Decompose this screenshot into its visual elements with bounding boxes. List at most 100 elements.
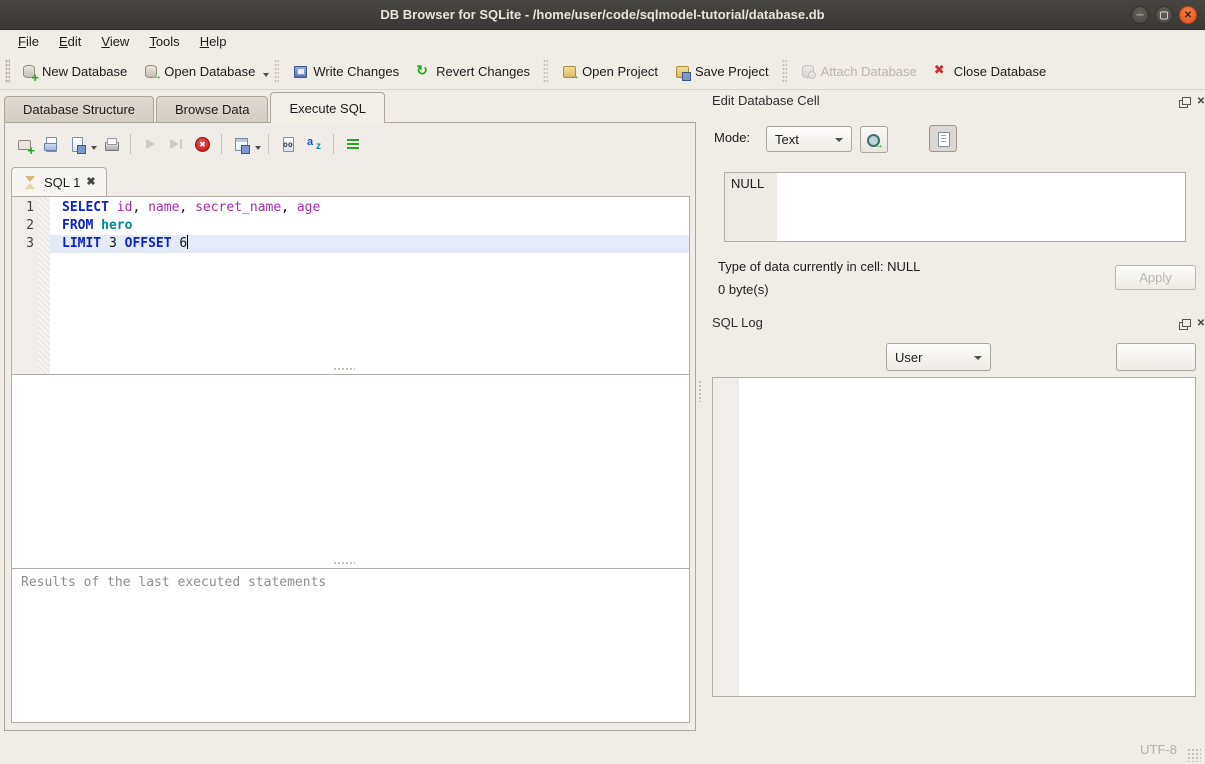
code-segment: name (148, 200, 179, 215)
code-segment: secret_name (195, 200, 281, 215)
new-database-icon (21, 63, 37, 79)
splitter-handle[interactable] (333, 367, 355, 371)
menubar: FileEditViewToolsHelp (0, 30, 1205, 53)
log-line-numbers (713, 378, 739, 696)
close-dock-icon[interactable]: ✕ (1195, 96, 1205, 108)
format-button[interactable] (341, 132, 365, 156)
minimize-button[interactable]: ─ (1131, 6, 1149, 24)
tab-browse-data[interactable]: Browse Data (156, 96, 268, 123)
tab-database-structure[interactable]: Database Structure (4, 96, 154, 123)
toolbar-button-label: Open Database (164, 64, 255, 79)
code-segment: id (117, 200, 133, 215)
open-file-button[interactable] (39, 132, 63, 156)
edit-cell-dock-title: Edit Database Cell (712, 93, 820, 108)
chevron-down-icon[interactable] (91, 146, 97, 150)
close-button[interactable]: ✕ (1179, 6, 1197, 24)
apply-gear-icon (866, 132, 882, 148)
close-dock-icon[interactable]: ✕ (1195, 318, 1205, 330)
revert-changes-button[interactable]: Revert Changes (407, 58, 538, 84)
text-cursor (187, 235, 188, 249)
clear-log-button[interactable] (1116, 343, 1196, 371)
toolbar-drag-handle[interactable] (5, 59, 10, 83)
cell-value: NULL (731, 176, 764, 191)
chevron-down-icon[interactable] (255, 146, 261, 150)
apply-data-button[interactable] (860, 126, 888, 153)
code-segment: , (281, 200, 297, 215)
sql-tab-label: SQL 1 (44, 175, 80, 190)
autocomplete-icon (306, 136, 322, 152)
window-title: DB Browser for SQLite - /home/user/code/… (380, 7, 824, 22)
menu-edit[interactable]: Edit (49, 32, 91, 51)
menu-view[interactable]: View (91, 32, 139, 51)
save-results-button[interactable] (229, 132, 253, 156)
menu-tools[interactable]: Tools (139, 32, 189, 51)
splitter-handle[interactable] (333, 561, 355, 565)
log-filter-combobox[interactable]: User (886, 343, 991, 371)
code-segment (93, 218, 101, 233)
execute-button (138, 132, 162, 156)
main-tab-bar: Database StructureBrowse DataExecute SQL (4, 92, 387, 123)
print-icon (103, 136, 119, 152)
text-mode-button-frame[interactable] (929, 125, 957, 152)
toolbar-separator (543, 59, 548, 83)
sql-editor-toolbar (13, 131, 365, 157)
cell-value-editor[interactable]: NULL (724, 172, 1186, 242)
chevron-down-icon (974, 356, 982, 360)
float-dock-icon[interactable] (1178, 318, 1190, 330)
cell-mode-combobox[interactable]: Text (766, 126, 852, 152)
resize-grip[interactable] (1187, 748, 1201, 762)
find-icon (280, 136, 296, 152)
execute-icon (142, 136, 158, 152)
sql-tab[interactable]: SQL 1 ✖ (11, 167, 107, 197)
save-project-button[interactable]: Save Project (666, 58, 777, 84)
maximize-button[interactable]: ▢ (1155, 6, 1173, 24)
editor-line-number: 3 (12, 235, 34, 253)
autocomplete-button[interactable] (302, 132, 326, 156)
sql-tab-bar: SQL 1 ✖ (11, 167, 107, 197)
vertical-splitter-handle[interactable] (698, 380, 702, 402)
text-mode-icon (935, 131, 951, 147)
save-project-icon (674, 63, 690, 79)
close-tab-icon[interactable]: ✖ (86, 176, 95, 188)
close-database-button[interactable]: Close Database (925, 58, 1055, 84)
log-filter-value: User (895, 350, 922, 365)
save-file-button[interactable] (65, 132, 89, 156)
code-segment: LIMIT (62, 236, 101, 251)
open-database-button[interactable]: Open Database (135, 58, 263, 84)
hourglass-icon (22, 174, 38, 190)
sql-log-view[interactable] (712, 377, 1196, 697)
new-tab-button[interactable] (13, 132, 37, 156)
new-database-button[interactable]: New Database (13, 58, 135, 84)
apply-button: Apply (1115, 265, 1196, 290)
cell-mode-value: Text (775, 132, 799, 147)
toolbar-button-label: Close Database (954, 64, 1047, 79)
toolbar-button-label: New Database (42, 64, 127, 79)
open-project-button[interactable]: Open Project (553, 58, 666, 84)
tab-execute-sql[interactable]: Execute SQL (270, 92, 385, 123)
cell-text-area[interactable] (777, 173, 1185, 241)
cell-null-gutter: NULL (725, 173, 777, 241)
float-dock-icon[interactable] (1178, 96, 1190, 108)
toolbar-separator (274, 59, 279, 83)
menu-help[interactable]: Help (190, 32, 237, 51)
print-button[interactable] (99, 132, 123, 156)
execute-sql-page: SQL 1 ✖ 123 SELECT id, name, secret_name… (4, 122, 696, 731)
cell-size-info: 0 byte(s) (718, 282, 769, 297)
toolbar-separator (782, 59, 787, 83)
chevron-down-icon[interactable] (263, 73, 269, 77)
toolbar-button-label: Open Project (582, 64, 658, 79)
toolbar-separator (130, 134, 131, 154)
code-segment: FROM (62, 218, 93, 233)
execution-message-box[interactable]: Results of the last executed statements (11, 568, 690, 723)
editor-line-number: 1 (12, 199, 34, 217)
write-changes-button[interactable]: Write Changes (284, 58, 407, 84)
stop-button[interactable] (190, 132, 214, 156)
find-button[interactable] (276, 132, 300, 156)
save-file-icon (69, 136, 85, 152)
editor-line: FROM hero (50, 217, 689, 235)
code-segment: , (132, 200, 148, 215)
message-placeholder: Results of the last executed statements (21, 575, 326, 590)
open-file-icon (43, 136, 59, 152)
menu-file[interactable]: File (8, 32, 49, 51)
main-toolbar: New Database Open Database Write ChangesRe… (0, 53, 1205, 90)
